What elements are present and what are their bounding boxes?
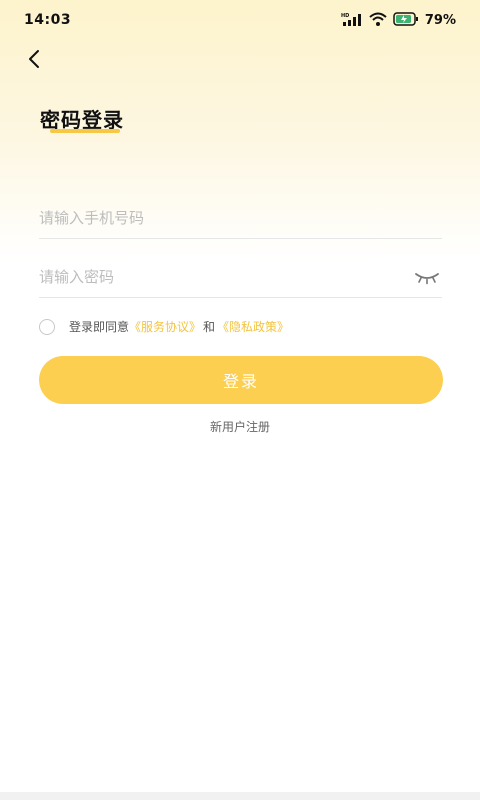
password-field [39,257,442,298]
network-badge: HD [341,13,349,19]
agreement-prefix: 登录即同意 [69,320,130,334]
password-input[interactable] [39,268,414,286]
agreement-row: 登录即同意 《服务协议》 和 《隐私政策》 [39,318,289,335]
battery-percent: 79% [424,12,456,28]
register-link[interactable]: 新用户注册 [0,418,480,435]
bottom-bar [0,792,480,800]
phone-field [39,198,442,239]
status-bar: 14:03 HD 79% [0,0,480,40]
wifi-icon [369,11,387,30]
chevron-left-icon [29,50,39,68]
signal-icon: HD [341,11,363,30]
agreement-radio[interactable] [39,318,55,335]
status-time: 14:03 [24,12,72,28]
battery-icon [393,11,419,30]
service-agreement-link[interactable]: 《服务协议》 [129,318,201,335]
title-underline [50,129,120,133]
status-icons: HD 79% [341,11,456,30]
agreement-conjunction: 和 [203,320,216,334]
phone-input[interactable] [39,209,442,227]
back-button[interactable] [20,45,48,73]
login-button[interactable]: 登录 [39,356,443,404]
privacy-policy-link[interactable]: 《隐私政策》 [217,318,289,335]
eye-closed-icon[interactable] [414,267,440,287]
